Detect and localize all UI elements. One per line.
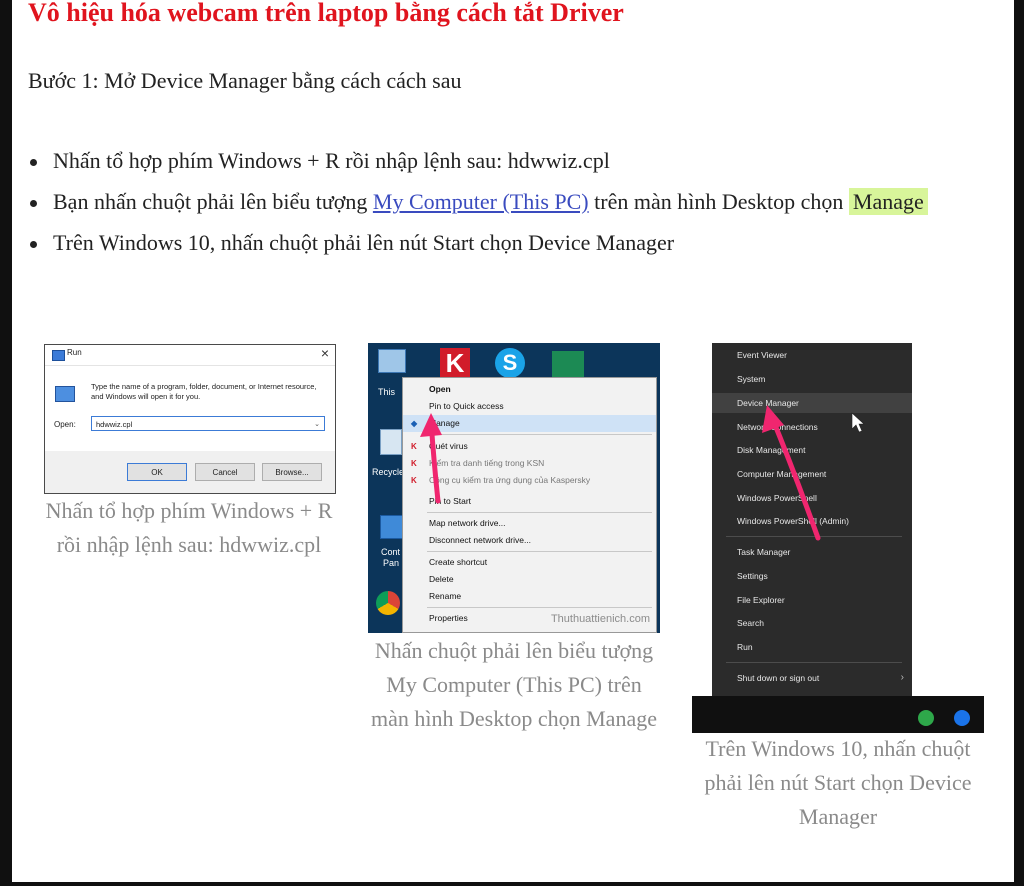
- bottom-border: [0, 882, 1024, 886]
- run-input-value: hdwwiz.cpl: [96, 420, 133, 429]
- step-1-text: Bước 1: Mở Device Manager bằng cách cách…: [28, 68, 462, 93]
- right-border: [1014, 0, 1024, 886]
- my-computer-link[interactable]: My Computer (This PC): [373, 189, 589, 214]
- figure-3-caption: Trên Windows 10, nhấn chuột phải lên nút…: [704, 736, 972, 829]
- figure-1-caption: Nhấn tổ hợp phím Windows + R rồi nhập lệ…: [45, 498, 333, 557]
- bullet-start-menu: Trên Windows 10, nhấn chuột phải lên nút…: [28, 226, 1000, 260]
- bullet-run-command: Nhấn tổ hợp phím Windows + R rồi nhập lệ…: [28, 144, 1000, 178]
- run-program-icon: [55, 386, 75, 402]
- manage-highlight: Manage: [848, 188, 928, 215]
- bullet-2-text-a: Bạn nhấn chuột phải lên biểu tượng: [53, 189, 373, 214]
- bullet-3-text: Trên Windows 10, nhấn chuột phải lên nút…: [53, 230, 675, 255]
- start-menu-screenshot: Event Viewer System Device Manager Netwo…: [692, 343, 984, 733]
- run-title: Run: [67, 348, 82, 357]
- run-dialog-screenshot: Run × Type the name of a program, folder…: [44, 344, 336, 494]
- chevron-down-icon[interactable]: ⌄: [314, 417, 320, 432]
- run-command-input[interactable]: hdwwiz.cpl ⌄: [91, 416, 325, 431]
- run-app-icon: [52, 350, 65, 361]
- context-menu-screenshot: This K S Recycle Cont Pan Open Pin to Qu…: [368, 343, 660, 633]
- pink-arrow-icon: [420, 413, 442, 504]
- method-list: Nhấn tổ hợp phím Windows + R rồi nhập lệ…: [28, 144, 1000, 267]
- run-description: Type the name of a program, folder, docu…: [91, 382, 317, 401]
- bullet-1-text: Nhấn tổ hợp phím Windows + R rồi nhập lệ…: [53, 148, 610, 173]
- cancel-button[interactable]: Cancel: [195, 463, 255, 481]
- figure-2-caption: Nhấn chuột phải lên biểu tượng My Comput…: [371, 638, 657, 731]
- bullet-2-text-b: trên màn hình Desktop chọn: [588, 189, 849, 214]
- browse-button[interactable]: Browse...: [262, 463, 322, 481]
- cursor-icon: [851, 412, 865, 433]
- run-titlebar: Run ×: [45, 345, 335, 366]
- bullet-this-pc: Bạn nhấn chuột phải lên biểu tượng My Co…: [28, 185, 1000, 219]
- close-icon[interactable]: ×: [321, 345, 329, 361]
- run-open-label: Open:: [54, 420, 76, 429]
- run-footer: OK Cancel Browse...: [45, 451, 335, 493]
- pink-arrow-icon: [762, 405, 865, 541]
- ok-button[interactable]: OK: [127, 463, 187, 481]
- left-border: [0, 0, 12, 886]
- article-heading: Vô hiệu hóa webcam trên laptop bằng cách…: [28, 0, 624, 27]
- run-body: Type the name of a program, folder, docu…: [45, 366, 335, 451]
